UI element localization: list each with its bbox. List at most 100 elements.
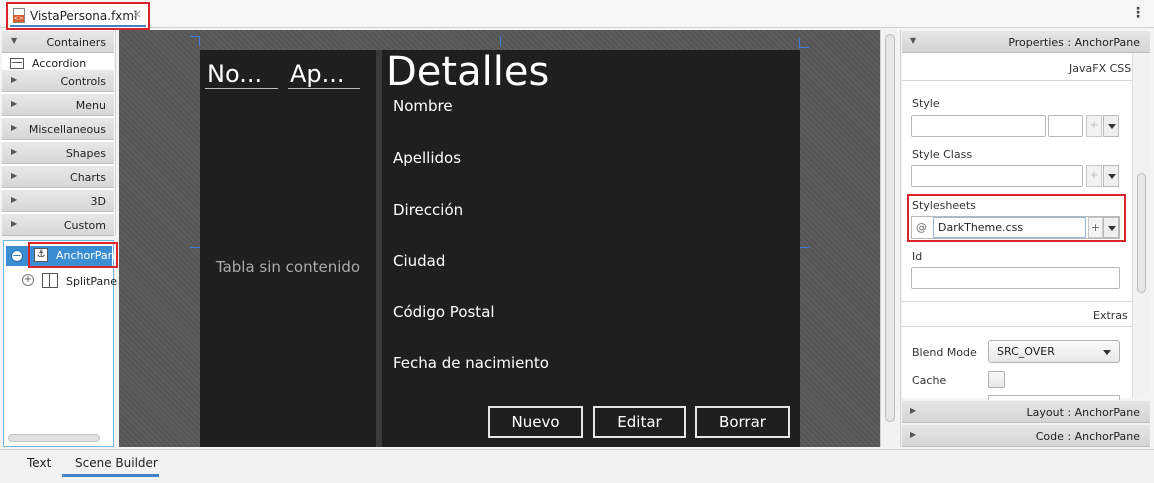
blend-mode-label: Blend Mode	[912, 346, 977, 359]
accordion-icon	[10, 58, 24, 69]
library-section-charts[interactable]: ▶ Charts	[2, 166, 114, 188]
field-label-fecha-nacimiento: Fecha de nacimiento	[393, 354, 549, 372]
section-divider	[902, 80, 1132, 81]
section-header-label: Code : AnchorPane	[1035, 430, 1140, 443]
nuevo-button[interactable]: Nuevo	[488, 406, 583, 438]
style-class-input[interactable]	[911, 165, 1083, 187]
bottom-tab-bar	[0, 449, 1154, 483]
resize-handle[interactable]	[799, 47, 809, 48]
section-divider	[902, 301, 1132, 302]
resize-handle[interactable]	[199, 36, 200, 46]
column-header-nombre[interactable]: No...	[207, 60, 262, 88]
stylesheets-label: Stylesheets	[912, 199, 976, 212]
field-label-nombre: Nombre	[393, 97, 453, 115]
scrollbar-thumb[interactable]	[1137, 173, 1146, 293]
extras-section-title: Extras	[1093, 309, 1128, 322]
active-tab-indicator	[62, 474, 159, 477]
style-class-dropdown-button[interactable]	[1103, 165, 1119, 187]
add-stylesheet-button[interactable]: +	[1088, 217, 1103, 238]
cache-label: Cache	[912, 374, 947, 387]
collapse-arrow-icon: ▶	[11, 99, 18, 108]
scrollbar-thumb[interactable]	[885, 34, 895, 422]
collapse-arrow-icon: ▶	[910, 430, 917, 439]
resize-handle[interactable]	[190, 247, 200, 248]
section-header-label: Properties : AnchorPane	[1008, 36, 1140, 49]
library-section-controls[interactable]: ▶ Controls	[2, 70, 114, 92]
section-divider	[902, 326, 1132, 327]
splitpane-icon	[42, 273, 58, 288]
library-section-label: Charts	[70, 171, 106, 184]
highlight-box	[28, 242, 118, 268]
column-header-apellidos[interactable]: Ap...	[290, 60, 345, 88]
library-section-label: Menu	[75, 99, 106, 112]
library-section-label: Shapes	[65, 147, 106, 160]
section-header-label: Layout : AnchorPane	[1026, 406, 1140, 419]
style-class-add-button[interactable]: +	[1086, 165, 1102, 187]
table-pane[interactable]	[200, 50, 376, 447]
blend-mode-select[interactable]: SRC_OVER	[988, 340, 1120, 363]
borrar-button[interactable]: Borrar	[695, 406, 790, 438]
library-section-label: 3D	[90, 195, 106, 208]
library-section-custom[interactable]: ▶ Custom	[2, 214, 114, 236]
library-section-menu[interactable]: ▶ Menu	[2, 94, 114, 116]
document-tab[interactable]: VistaPersona.fxml ×	[6, 2, 150, 30]
stylesheets-list[interactable]: @ DarkTheme.css +	[911, 216, 1120, 239]
more-options-icon[interactable]: ⋮	[1131, 6, 1145, 20]
library-section-label: Containers	[46, 36, 107, 49]
inspector-vertical-scrollbar[interactable]	[1132, 53, 1150, 398]
canvas-vertical-scrollbar[interactable]	[880, 30, 898, 447]
stylesheet-entry[interactable]: DarkTheme.css	[933, 217, 1086, 238]
field-label-ciudad: Ciudad	[393, 252, 446, 270]
document-tab-title: VistaPersona.fxml	[30, 9, 138, 23]
active-tab-indicator	[10, 25, 146, 27]
expand-arrow-icon: ▼	[910, 36, 917, 45]
properties-section-header[interactable]: ▼ Properties : AnchorPane	[902, 31, 1150, 53]
library-section-label: Miscellaneous	[28, 123, 106, 136]
tab-scene-builder[interactable]: Scene Builder	[75, 456, 158, 470]
fxml-file-icon	[13, 8, 25, 23]
code-section-header[interactable]: ▶ Code : AnchorPane	[902, 425, 1150, 447]
layout-section-header[interactable]: ▶ Layout : AnchorPane	[902, 401, 1150, 423]
expand-arrow-icon: ▼	[11, 36, 18, 45]
tree-item-label: SplitPane	[66, 275, 118, 288]
style-label: Style	[912, 97, 940, 110]
document-tab-bar	[0, 0, 1154, 28]
collapse-arrow-icon: ▶	[11, 75, 18, 84]
expand-node-icon[interactable]: +	[22, 274, 34, 286]
editar-button[interactable]: Editar	[593, 406, 686, 438]
library-item-label: Accordion	[32, 57, 87, 70]
style-add-button[interactable]: +	[1086, 115, 1102, 137]
collapse-arrow-icon: ▶	[11, 147, 18, 156]
style-input[interactable]	[911, 115, 1046, 137]
tree-item-splitpane[interactable]: + SplitPane	[22, 272, 118, 290]
resize-handle[interactable]	[500, 36, 501, 46]
style-value-input[interactable]	[1048, 115, 1083, 137]
library-section-shapes[interactable]: ▶ Shapes	[2, 142, 114, 164]
library-section-containers[interactable]: ▼ Containers	[2, 31, 114, 53]
hierarchy-horizontal-scrollbar[interactable]	[8, 434, 100, 442]
library-item-accordion[interactable]: Accordion	[10, 56, 110, 70]
library-section-3d[interactable]: ▶ 3D	[2, 190, 114, 212]
column-divider	[288, 88, 360, 89]
id-label: Id	[912, 250, 923, 263]
style-dropdown-button[interactable]	[1103, 115, 1119, 137]
resize-handle[interactable]	[799, 247, 809, 248]
collapse-node-icon[interactable]: −	[11, 250, 23, 262]
resize-handle[interactable]	[799, 38, 800, 48]
id-input[interactable]	[911, 267, 1120, 289]
close-tab-icon[interactable]: ×	[132, 7, 142, 21]
field-label-codigo-postal: Código Postal	[393, 303, 495, 321]
stylesheet-dropdown-button[interactable]	[1103, 217, 1119, 238]
style-class-label: Style Class	[912, 148, 973, 161]
cache-checkbox[interactable]	[988, 371, 1005, 388]
cache-hint-field[interactable]	[988, 395, 1120, 400]
library-section-label: Custom	[63, 219, 106, 232]
library-section-miscellaneous[interactable]: ▶ Miscellaneous	[2, 118, 114, 140]
field-label-apellidos: Apellidos	[393, 149, 462, 167]
tab-text[interactable]: Text	[27, 456, 51, 470]
table-placeholder: Tabla sin contenido	[215, 258, 361, 276]
url-at-icon: @	[916, 221, 927, 234]
column-divider	[205, 88, 278, 89]
collapse-arrow-icon: ▶	[11, 171, 18, 180]
collapse-arrow-icon: ▶	[11, 219, 18, 228]
